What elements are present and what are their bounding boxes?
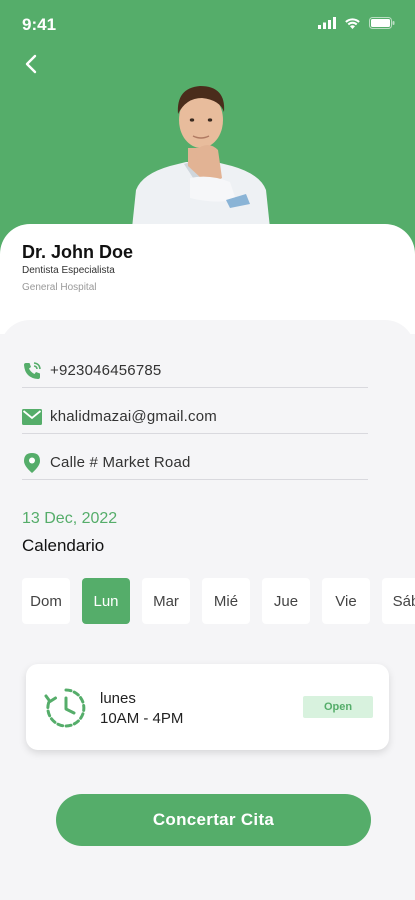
day-selector: Dom Lun Mar Mié Jue Vie Sáb [22, 578, 415, 624]
selected-date: 13 Dec, 2022 [22, 510, 118, 527]
day-jue[interactable]: Jue [262, 578, 310, 624]
address-text: Calle # Market Road [50, 454, 191, 471]
phone-icon [22, 361, 42, 381]
email-row[interactable]: khalidmazai@gmail.com [22, 400, 368, 434]
day-vie[interactable]: Vie [322, 578, 370, 624]
clock-icon [44, 688, 86, 728]
calendar-label: Calendario [22, 536, 105, 555]
doctor-avatar [132, 86, 270, 228]
day-mar[interactable]: Mar [142, 578, 190, 624]
book-appointment-button[interactable]: Concertar Cita [56, 794, 371, 846]
doctor-name: Dr. John Doe [22, 242, 134, 262]
back-arrow-icon[interactable] [20, 52, 44, 76]
details-panel: +923046456785 khalidmazai@gmail.com Call… [0, 320, 415, 900]
status-bar: 9:41 [0, 0, 415, 50]
doctor-hospital: General Hospital [22, 282, 97, 293]
email-text: khalidmazai@gmail.com [50, 408, 217, 425]
status-time: 9:41 [22, 15, 57, 34]
signal-icon [318, 17, 336, 29]
doctor-title: Dentista Especialista [22, 265, 115, 276]
profile-card: Dr. John Doe Dentista Especialista Gener… [0, 224, 415, 334]
address-row[interactable]: Calle # Market Road [22, 446, 368, 480]
phone-row[interactable]: +923046456785 [22, 354, 368, 388]
day-sab[interactable]: Sáb [382, 578, 415, 624]
header: 9:41 [0, 0, 415, 260]
hours-card: lunes 10AM - 4PM Open [26, 664, 389, 750]
day-lun[interactable]: Lun [82, 578, 130, 624]
status-icons [318, 17, 395, 29]
hours-day: lunes [100, 690, 136, 707]
status-badge: Open [303, 696, 373, 718]
wifi-icon [345, 18, 360, 29]
location-pin-icon [22, 452, 42, 473]
hours-time: 10AM - 4PM [100, 710, 184, 727]
phone-text: +923046456785 [50, 362, 162, 379]
day-mie[interactable]: Mié [202, 578, 250, 624]
mail-icon [22, 407, 42, 427]
battery-icon [369, 17, 395, 29]
day-dom[interactable]: Dom [22, 578, 70, 624]
